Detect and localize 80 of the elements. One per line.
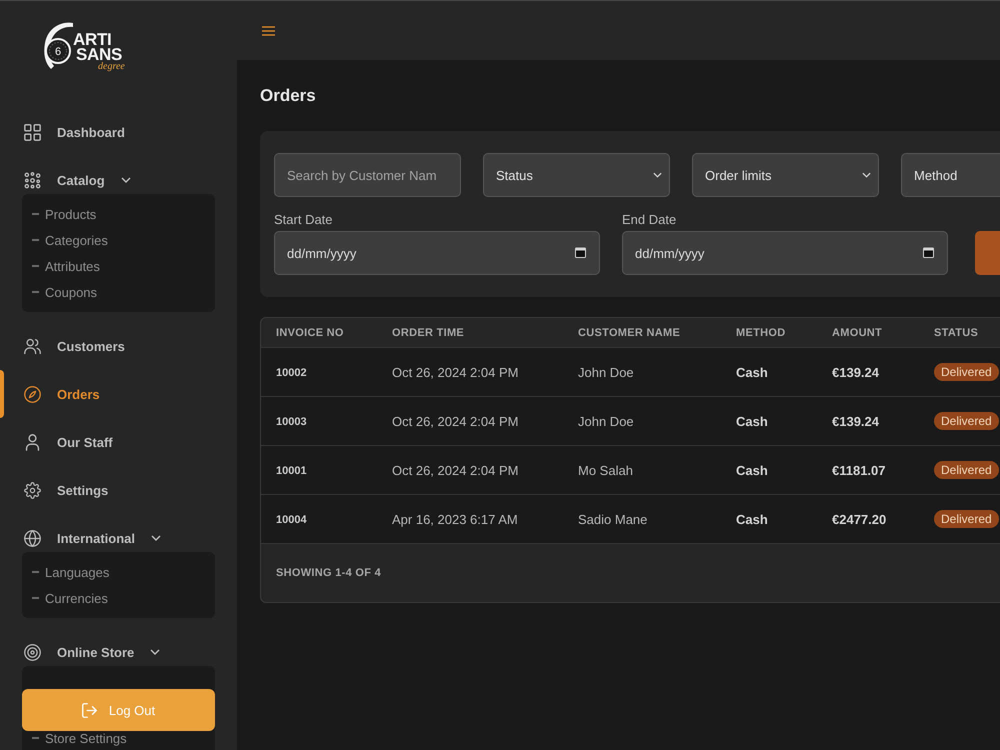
- logo-mark: 6: [42, 21, 74, 71]
- users-icon: [24, 338, 41, 354]
- dropdown[interactable]: Order limits: [692, 153, 879, 197]
- time-cell: Apr 16, 2023 6:17 AM: [392, 512, 518, 526]
- column-header: INVOICE NO: [276, 326, 344, 338]
- user-icon: [24, 434, 41, 450]
- column-header: METHOD: [736, 326, 786, 338]
- status-badge: Delivered: [934, 363, 999, 381]
- status-badge: Delivered: [934, 461, 999, 479]
- calendar-icon: [923, 247, 934, 258]
- column-header: CUSTOMER NAME: [578, 326, 680, 338]
- column-header: AMOUNT: [832, 326, 882, 338]
- time-cell: Oct 26, 2024 2:04 PM: [392, 414, 518, 428]
- chevron-down-icon: [862, 172, 871, 178]
- invoice-cell-text: 10001: [276, 464, 307, 477]
- menu-icon[interactable]: [262, 26, 275, 36]
- submenu-item[interactable]: Currencies: [22, 590, 215, 606]
- submenu-item[interactable]: Categories: [22, 232, 215, 248]
- search-field[interactable]: Search by Customer Nam: [274, 153, 461, 197]
- method-cell: Cash: [736, 512, 768, 526]
- field-label: Start Date: [274, 212, 333, 227]
- nav-item[interactable]: Orders: [24, 380, 215, 408]
- dots-icon: [24, 172, 41, 188]
- field-label: End Date: [622, 212, 676, 227]
- logout-icon: [82, 702, 97, 718]
- calendar-icon: [575, 247, 586, 258]
- amount-cell: €1181.07: [832, 462, 886, 478]
- page-title: Orders: [260, 86, 316, 106]
- compass-icon: [24, 386, 41, 402]
- globe-icon: [24, 530, 41, 546]
- dash-icon: [32, 239, 39, 241]
- date-field[interactable]: dd/mm/yyyy: [274, 231, 600, 275]
- customer-cell: Sadio Mane: [578, 512, 648, 526]
- dash-icon: [32, 737, 39, 739]
- method-cell: Cash: [736, 462, 768, 478]
- grid-icon: [24, 124, 41, 140]
- amount-cell: €139.24: [832, 364, 879, 380]
- logo-tagline: degree: [98, 62, 125, 71]
- nav-item[interactable]: Online Store: [24, 638, 215, 666]
- pagination-text: SHOWING 1-4 OF 4: [276, 567, 382, 579]
- column-header: STATUS: [934, 326, 978, 338]
- submenu-item[interactable]: Coupons: [22, 284, 215, 300]
- nav-item[interactable]: Catalog: [24, 166, 215, 194]
- nav-item[interactable]: Dashboard: [24, 118, 215, 146]
- dropdown[interactable]: Method: [901, 153, 1000, 197]
- invoice-cell-text: 10002: [276, 366, 307, 379]
- customer-cell: John Doe: [578, 364, 634, 380]
- dash-icon: [32, 265, 39, 267]
- submenu-item[interactable]: Attributes: [22, 258, 215, 274]
- method-cell: Cash: [736, 414, 768, 428]
- customer-cell: Mo Salah: [578, 462, 633, 478]
- dash-icon: [32, 213, 39, 215]
- customer-cell: John Doe: [578, 414, 634, 428]
- amount-cell: €139.24: [832, 414, 879, 428]
- time-cell: Oct 26, 2024 2:04 PM: [392, 364, 518, 380]
- submenu-item[interactable]: Languages: [22, 564, 215, 580]
- date-field[interactable]: dd/mm/yyyy: [622, 231, 948, 275]
- method-cell: Cash: [736, 364, 768, 380]
- invoice-cell-text: 10004: [276, 513, 307, 526]
- submenu-item[interactable]: Products: [22, 206, 215, 222]
- nav-item[interactable]: Settings: [24, 476, 215, 504]
- settings-icon: [24, 482, 41, 498]
- status-badge: Delivered: [934, 412, 999, 430]
- submenu-item[interactable]: Store Settings: [22, 730, 215, 746]
- target-icon: [24, 644, 41, 660]
- nav-item[interactable]: Customers: [24, 332, 215, 360]
- dash-icon: [32, 597, 39, 599]
- logo-text: SANS: [76, 47, 122, 62]
- nav-item[interactable]: International: [24, 524, 215, 552]
- column-header: ORDER TIME: [392, 326, 464, 338]
- invoice-cell-text: 10003: [276, 415, 307, 428]
- time-cell: Oct 26, 2024 2:04 PM: [392, 462, 518, 478]
- dropdown[interactable]: Status: [483, 153, 670, 197]
- dash-icon: [32, 571, 39, 573]
- chevron-down-icon: [653, 172, 662, 178]
- dash-icon: [32, 291, 39, 293]
- logo-text: ARTI: [73, 32, 112, 47]
- amount-cell: €2477.20: [832, 512, 886, 526]
- nav-item[interactable]: Our Staff: [24, 428, 215, 456]
- status-badge: Delivered: [934, 510, 999, 528]
